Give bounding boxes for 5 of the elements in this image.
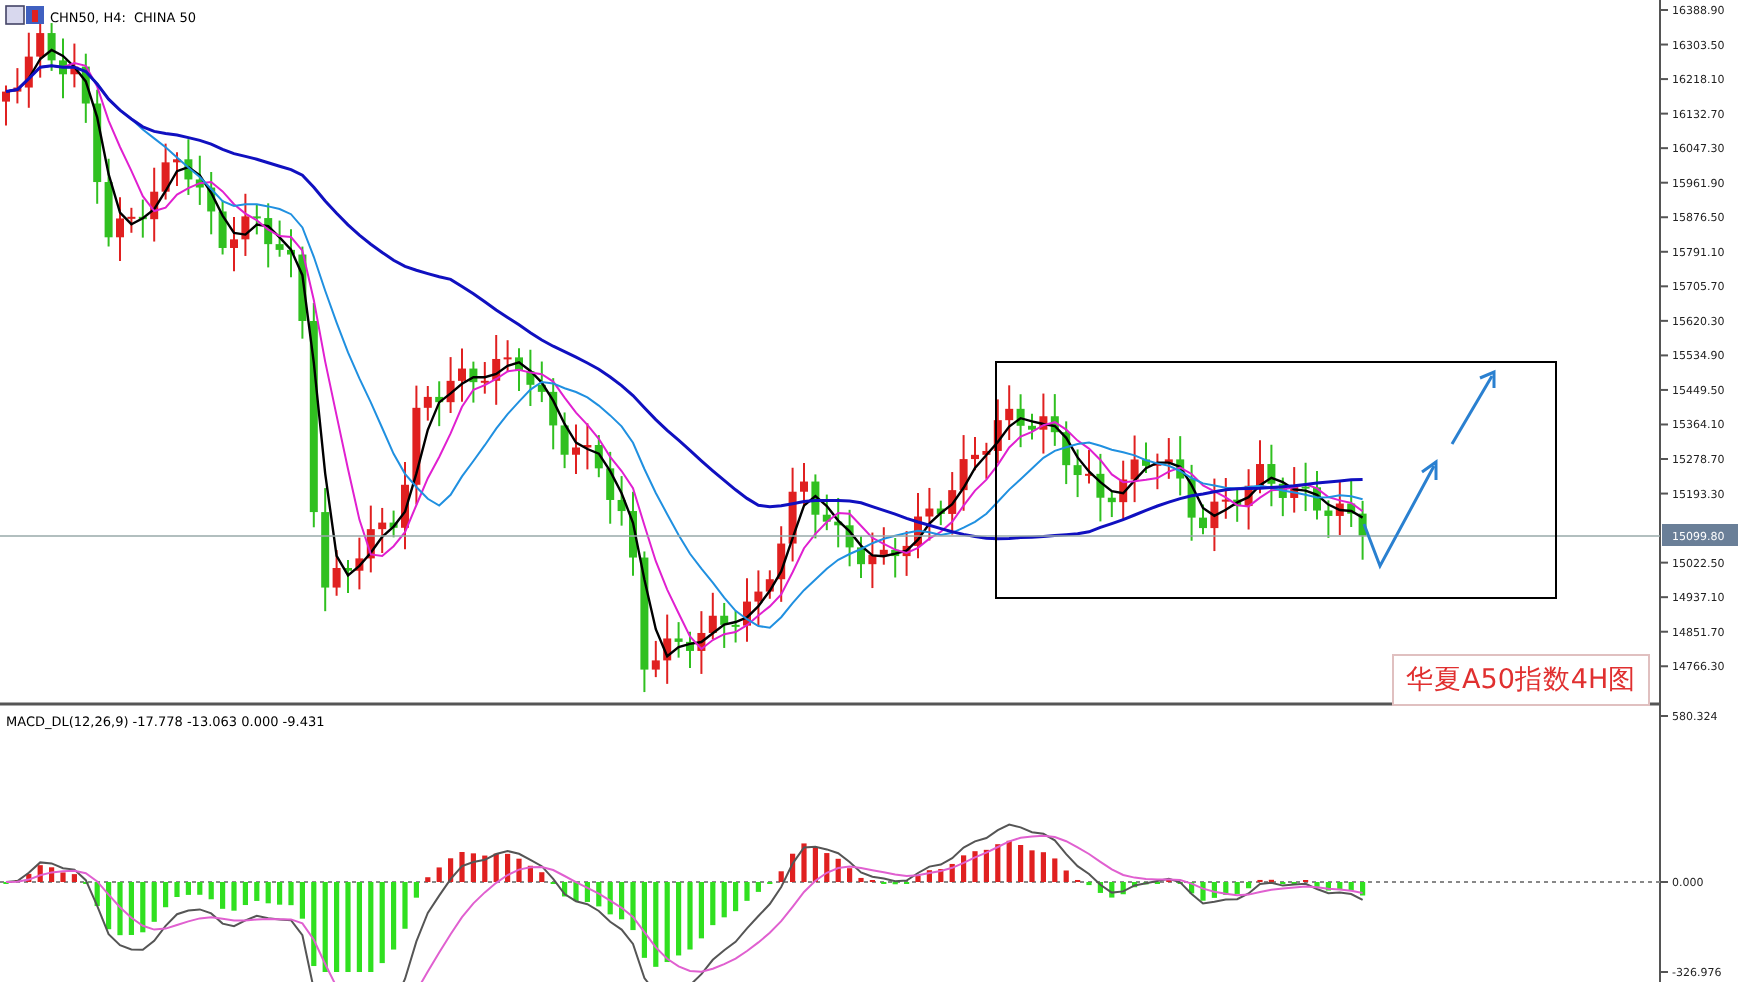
current-price-tag — [1662, 524, 1738, 546]
forecast-arrow — [1450, 369, 1496, 445]
chart-header-icon — [5, 5, 44, 25]
annotation-label: 华夏A50指数4H图 — [1392, 654, 1651, 706]
forecast-arrow — [1362, 459, 1438, 570]
